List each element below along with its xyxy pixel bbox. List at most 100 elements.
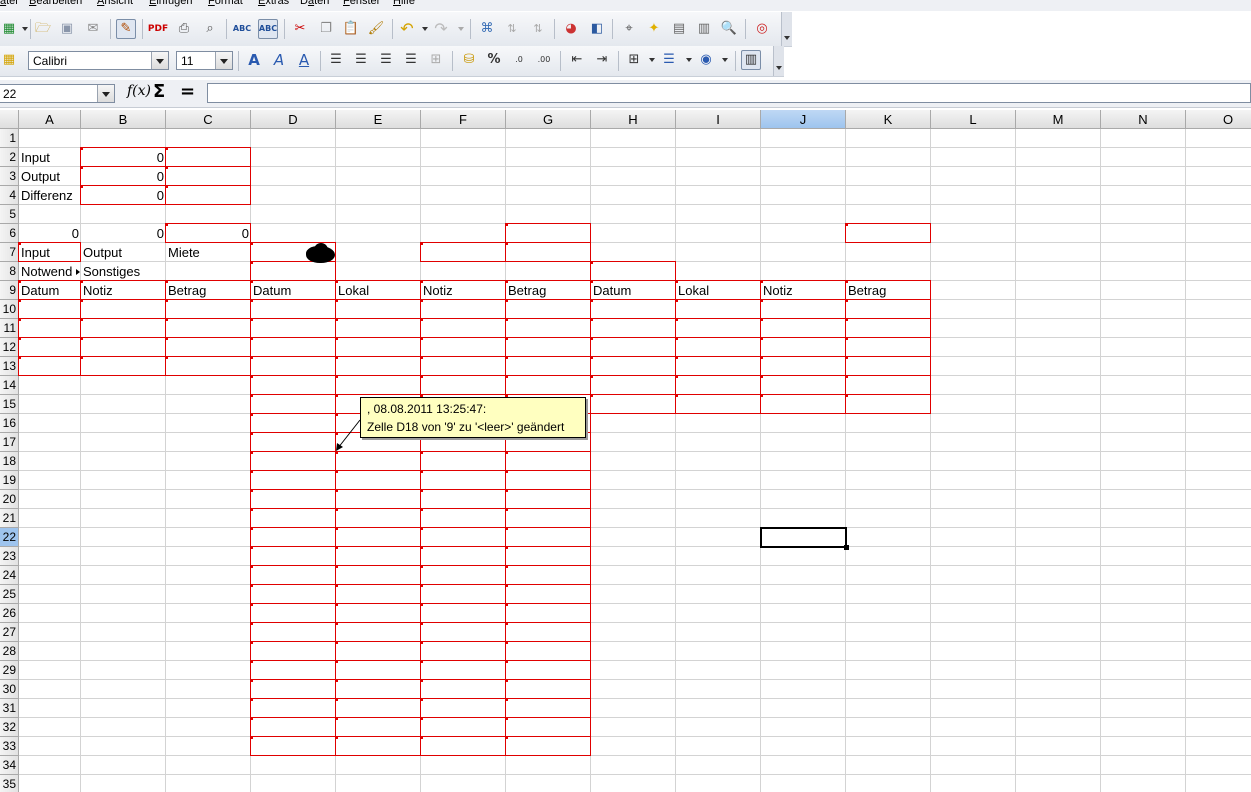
row-header-11[interactable]: 11 [0, 319, 19, 338]
row-header-17[interactable]: 17 [0, 433, 19, 452]
cell-c7[interactable]: Miete [166, 243, 251, 262]
cell-a4[interactable]: Differenz [19, 186, 81, 205]
save-icon[interactable]: ▣ [58, 20, 76, 38]
row-header-1[interactable]: 1 [0, 129, 19, 148]
cell-a9[interactable]: Datum [19, 281, 81, 300]
export-pdf-icon[interactable]: PDF [148, 20, 168, 38]
hyperlink-icon[interactable]: ⌘ [478, 20, 496, 38]
row-header-12[interactable]: 12 [0, 338, 19, 357]
cell-a6[interactable]: 0 [19, 224, 81, 243]
align-center-icon[interactable]: ☰ [352, 51, 370, 69]
row-header-9[interactable]: 9 [0, 281, 19, 300]
column-header-o[interactable]: O [1186, 110, 1251, 129]
styles-icon[interactable]: ▦ [0, 51, 18, 69]
sort-descending-icon[interactable]: ⇅ [529, 20, 547, 38]
undo-dropdown-arrow[interactable] [422, 27, 428, 31]
redo-icon[interactable]: ↷ [432, 20, 450, 38]
column-header-a[interactable]: A [19, 110, 81, 129]
zoom-icon[interactable]: 🔍 [720, 20, 738, 38]
row-header-26[interactable]: 26 [0, 604, 19, 623]
email-icon[interactable]: ✉ [84, 20, 102, 38]
cell-b4[interactable]: 0 [81, 186, 166, 205]
copy-icon[interactable]: ❐ [317, 20, 335, 38]
column-header-l[interactable]: L [931, 110, 1016, 129]
line-style-icon[interactable]: ☰ [660, 51, 678, 69]
column-header-g[interactable]: G [506, 110, 591, 129]
cell-f9[interactable]: Notiz [421, 281, 506, 300]
menu-item-hilfe[interactable]: Hilfe [393, 0, 415, 7]
italic-icon[interactable]: A [270, 51, 288, 69]
cell-g9[interactable]: Betrag [506, 281, 591, 300]
format-paintbrush-icon[interactable]: 🖌 [367, 20, 385, 38]
borders-icon[interactable]: ⊞ [625, 51, 643, 69]
row-header-27[interactable]: 27 [0, 623, 19, 642]
row-header-21[interactable]: 21 [0, 509, 19, 528]
print-preview-icon[interactable]: ⌕ [201, 20, 219, 38]
add-decimal-icon[interactable]: .00 [535, 51, 553, 69]
row-header-20[interactable]: 20 [0, 490, 19, 509]
toggle-grid-icon[interactable]: ▥ [741, 50, 761, 70]
cell-k9[interactable]: Betrag [846, 281, 931, 300]
row-header-6[interactable]: 6 [0, 224, 19, 243]
cell-i9[interactable]: Lokal [676, 281, 761, 300]
cell-d9[interactable]: Datum [251, 281, 336, 300]
row-header-23[interactable]: 23 [0, 547, 19, 566]
datasource-db-icon[interactable]: ▥ [695, 20, 713, 38]
cell-a2[interactable]: Input [19, 148, 81, 167]
row-header-18[interactable]: 18 [0, 452, 19, 471]
cell-h9[interactable]: Datum [591, 281, 676, 300]
formula-input[interactable] [207, 83, 1251, 103]
sort-ascending-icon[interactable]: ⇅ [503, 20, 521, 38]
increase-indent-icon[interactable]: ⇥ [593, 51, 611, 69]
row-header-24[interactable]: 24 [0, 566, 19, 585]
new-dropdown-arrow[interactable] [22, 27, 28, 31]
navigator-icon[interactable]: ⌖ [620, 20, 638, 38]
cell-c9[interactable]: Betrag [166, 281, 251, 300]
column-header-b[interactable]: B [81, 110, 166, 129]
row-header-7[interactable]: 7 [0, 243, 19, 262]
row-header-32[interactable]: 32 [0, 718, 19, 737]
help-icon[interactable]: ◎ [753, 20, 771, 38]
font-size-dropdown-button[interactable] [215, 52, 232, 69]
justify-icon[interactable]: ☰ [402, 51, 420, 69]
print-icon[interactable]: ⎙ [175, 20, 193, 38]
row-header-19[interactable]: 19 [0, 471, 19, 490]
select-all-corner[interactable] [0, 110, 19, 129]
cell-c6[interactable]: 0 [166, 224, 251, 243]
line-style-dropdown-arrow[interactable] [686, 58, 692, 62]
column-header-m[interactable]: M [1016, 110, 1101, 129]
undo-icon[interactable]: ↶ [398, 20, 416, 38]
row-header-10[interactable]: 10 [0, 300, 19, 319]
underline-icon[interactable]: A [295, 51, 313, 69]
menu-item-format[interactable]: Format [208, 0, 243, 7]
row-header-28[interactable]: 28 [0, 642, 19, 661]
cut-icon[interactable]: ✂ [291, 20, 309, 38]
row-header-29[interactable]: 29 [0, 661, 19, 680]
menu-item-atei[interactable]: atei [0, 0, 18, 7]
cell-b6[interactable]: 0 [81, 224, 166, 243]
row-header-3[interactable]: 3 [0, 167, 19, 186]
toolbar-overflow-handle[interactable] [781, 12, 792, 46]
gallery-icon[interactable]: ✦ [645, 20, 663, 38]
row-header-2[interactable]: 2 [0, 148, 19, 167]
name-box-dropdown-button[interactable] [97, 85, 114, 102]
currency-format-icon[interactable]: ⛁ [460, 51, 478, 69]
toolbar-overflow-handle[interactable] [773, 46, 784, 76]
font-name-dropdown-button[interactable] [151, 52, 168, 69]
row-header-22[interactable]: 22 [0, 528, 19, 547]
cell-b9[interactable]: Notiz [81, 281, 166, 300]
row-header-14[interactable]: 14 [0, 376, 19, 395]
drawing-blob-shape[interactable] [306, 243, 335, 263]
row-header-4[interactable]: 4 [0, 186, 19, 205]
data-sources-icon[interactable]: ▤ [670, 20, 688, 38]
cell-a3[interactable]: Output [19, 167, 81, 186]
autospellcheck-icon[interactable]: ABC [258, 19, 278, 39]
name-box[interactable]: 22 [0, 84, 115, 103]
formula-equals-icon[interactable]: = [180, 81, 195, 102]
cell-e9[interactable]: Lokal [336, 281, 421, 300]
sum-icon[interactable]: Σ [153, 81, 165, 102]
menu-item-ansicht[interactable]: Ansicht [97, 0, 133, 7]
background-color-icon[interactable]: ◉ [697, 51, 715, 69]
column-header-k[interactable]: K [846, 110, 931, 129]
row-header-25[interactable]: 25 [0, 585, 19, 604]
